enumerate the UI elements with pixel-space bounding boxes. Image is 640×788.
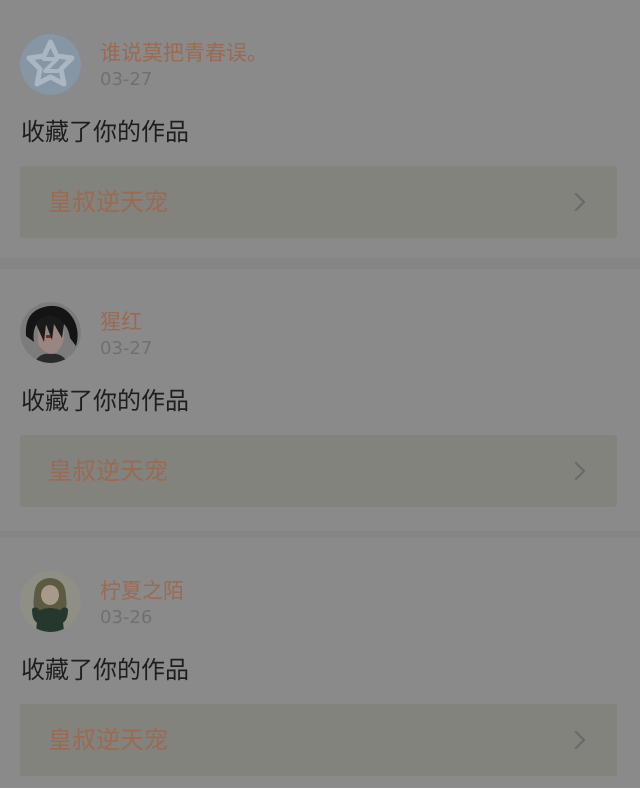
work-title: 皇叔逆天宠 <box>48 726 168 754</box>
chevron-right-icon <box>574 193 586 211</box>
username[interactable]: 柠夏之陌 <box>100 578 184 604</box>
action-text: 收藏了你的作品 <box>21 387 189 415</box>
timestamp: 03-26 <box>100 607 153 628</box>
default-star-avatar-icon <box>20 34 81 95</box>
work-link[interactable]: 皇叔逆天宠 <box>20 435 617 507</box>
work-link[interactable]: 皇叔逆天宠 <box>20 704 617 776</box>
username[interactable]: 猩红 <box>100 309 142 335</box>
action-text: 收藏了你的作品 <box>21 118 189 146</box>
work-title: 皇叔逆天宠 <box>48 188 168 216</box>
anime-girl-avatar-icon <box>20 571 81 632</box>
avatar[interactable] <box>20 34 81 95</box>
chevron-right-icon <box>574 731 586 749</box>
timestamp: 03-27 <box>100 69 153 90</box>
timestamp: 03-27 <box>100 338 153 359</box>
work-title: 皇叔逆天宠 <box>48 457 168 485</box>
work-link[interactable]: 皇叔逆天宠 <box>20 166 617 238</box>
notification-card: 谁说莫把青春误。 03-27 收藏了你的作品 皇叔逆天宠 <box>0 0 640 258</box>
avatar[interactable] <box>20 302 81 363</box>
notification-card: 柠夏之陌 03-26 收藏了你的作品 皇叔逆天宠 <box>0 538 640 788</box>
notification-feed: 谁说莫把青春误。 03-27 收藏了你的作品 皇叔逆天宠 猩红 03-27 收藏… <box>0 0 640 788</box>
username[interactable]: 谁说莫把青春误。 <box>100 40 268 66</box>
action-text: 收藏了你的作品 <box>21 656 189 684</box>
avatar[interactable] <box>20 571 81 632</box>
notification-card: 猩红 03-27 收藏了你的作品 皇叔逆天宠 <box>0 269 640 531</box>
anime-boy-avatar-icon <box>20 302 81 363</box>
chevron-right-icon <box>574 462 586 480</box>
